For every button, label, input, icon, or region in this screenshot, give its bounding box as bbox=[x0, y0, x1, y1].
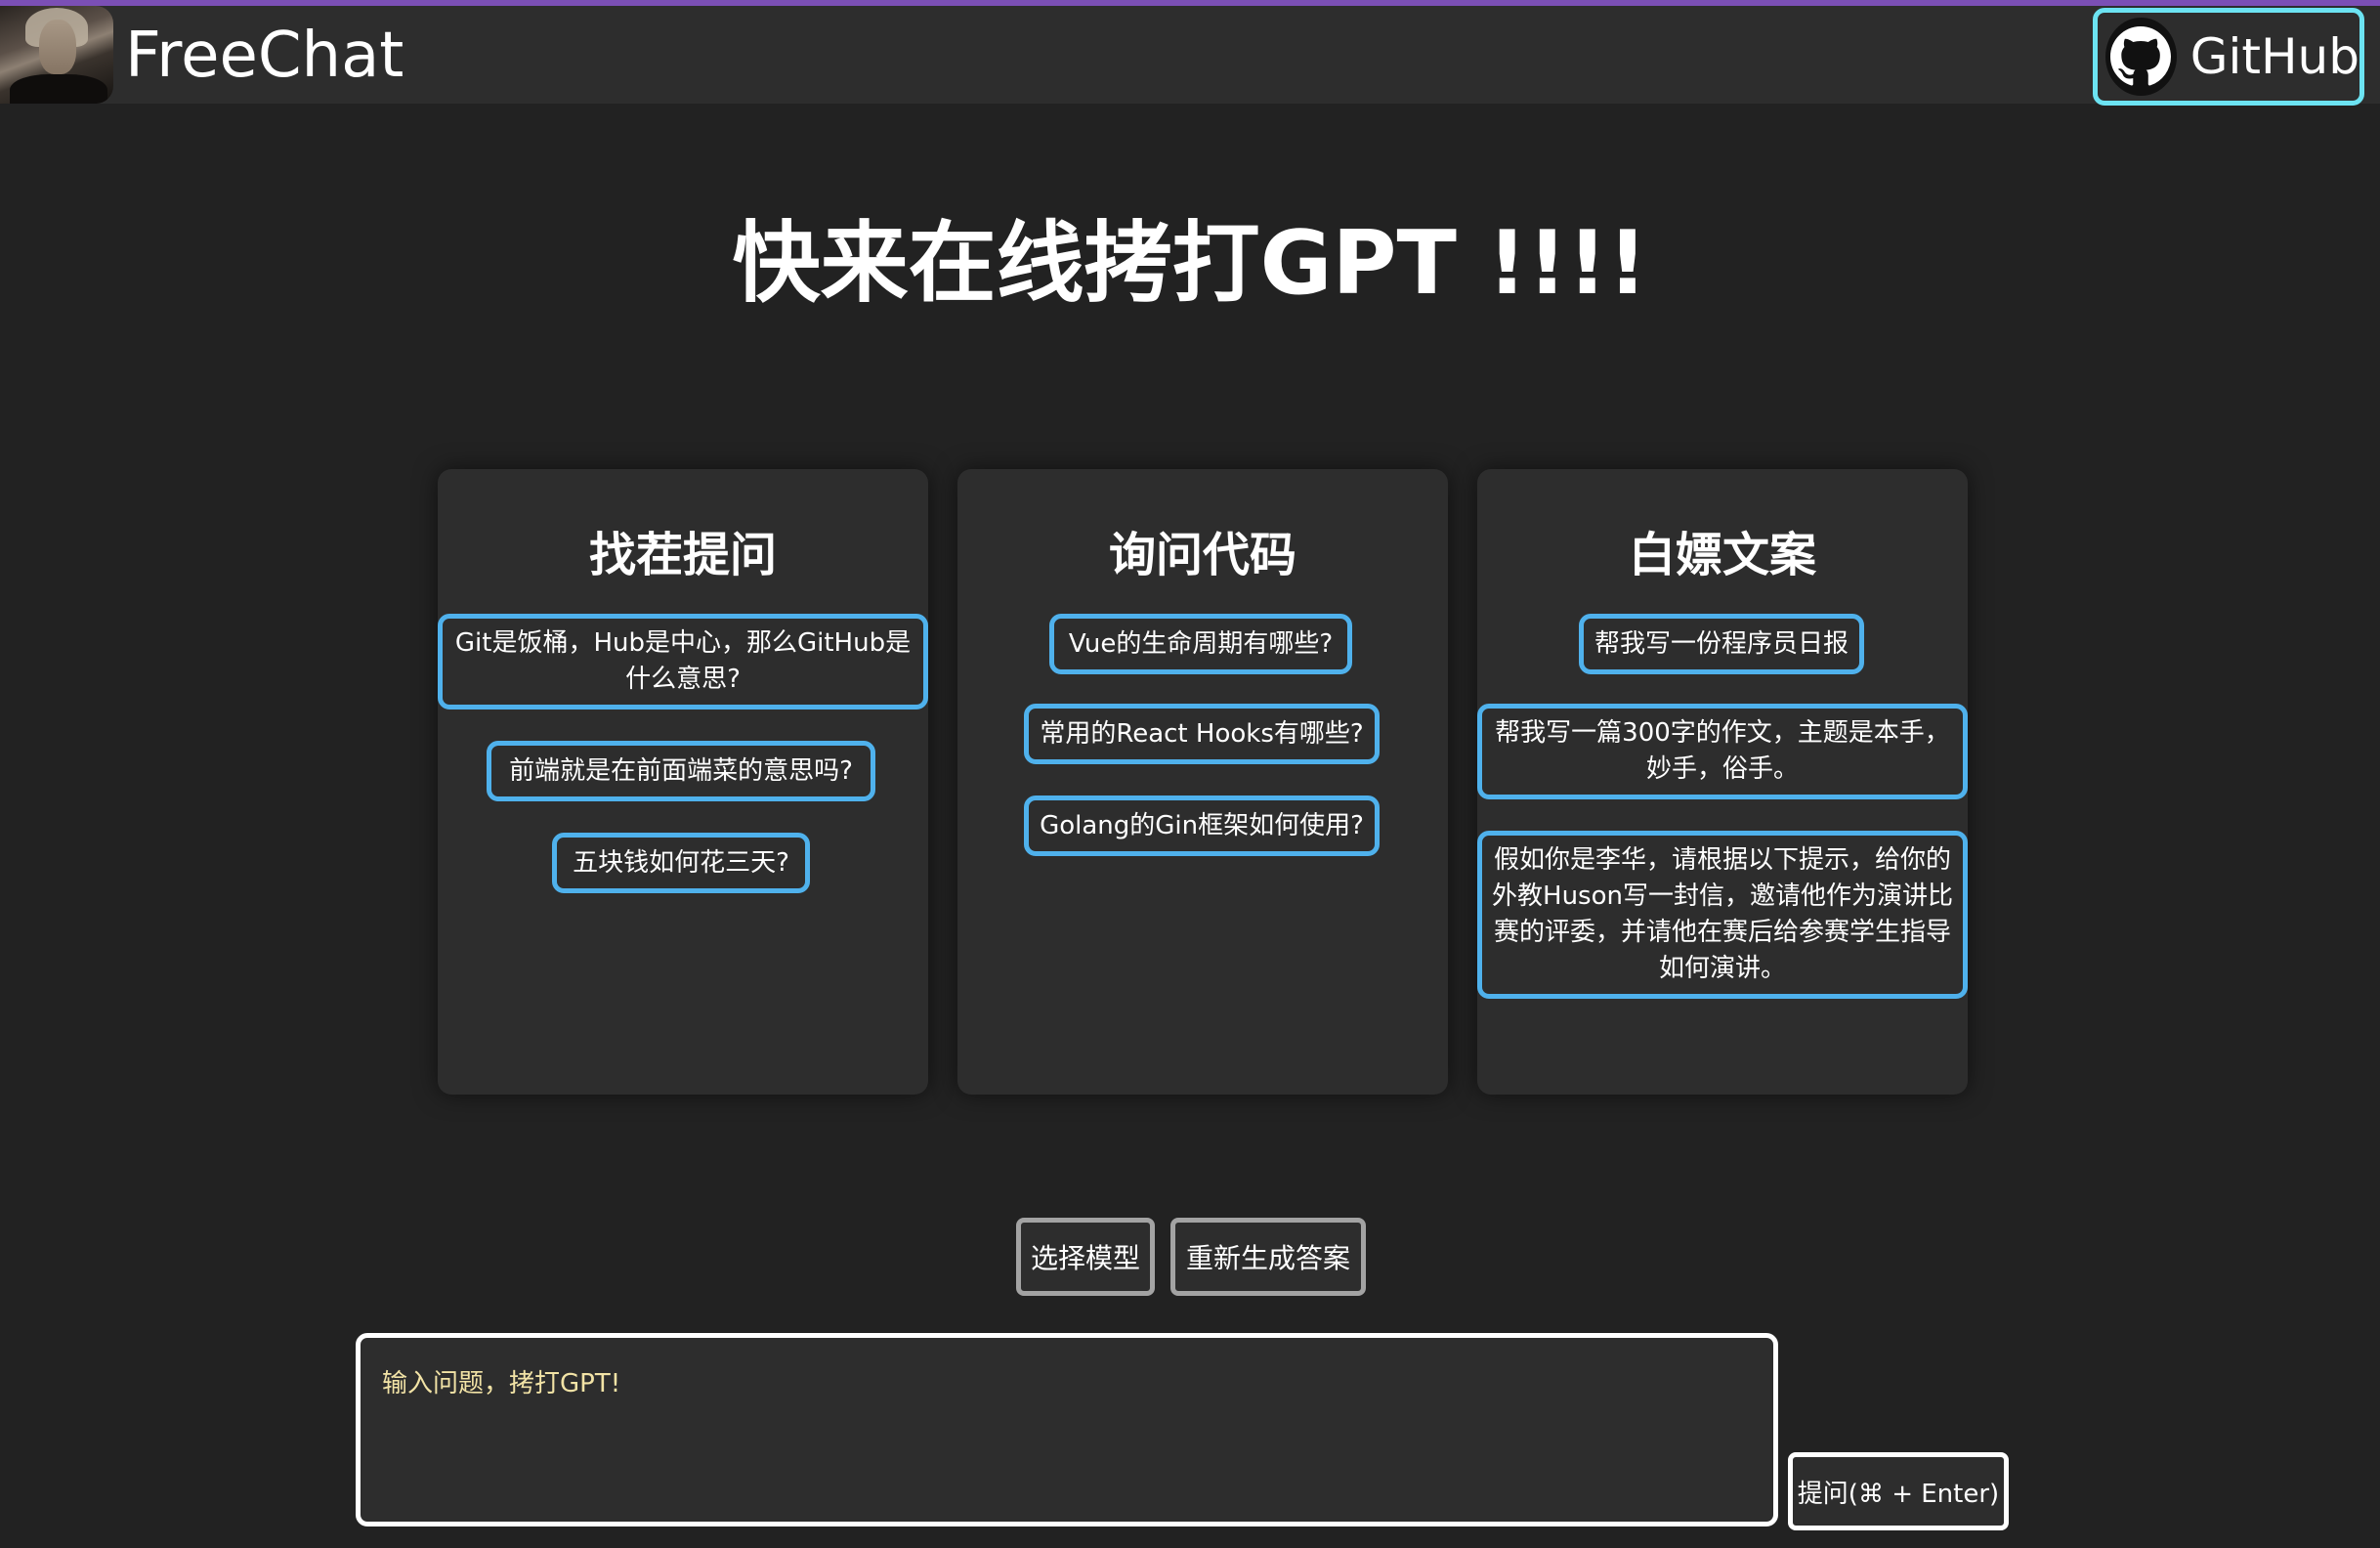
prompt-chip[interactable]: Vue的生命周期有哪些? bbox=[1049, 614, 1352, 674]
prompt-chip[interactable]: 五块钱如何花三天? bbox=[552, 833, 810, 893]
prompt-chip[interactable]: Golang的Gin框架如何使用? bbox=[1024, 796, 1380, 856]
prompt-chip[interactable]: 帮我写一篇300字的作文，主题是本手，妙手，俗手。 bbox=[1477, 704, 1968, 799]
card-free-copy: 白嫖文案 帮我写一份程序员日报 帮我写一篇300字的作文，主题是本手，妙手，俗手… bbox=[1477, 469, 1968, 1095]
card-title: 询问代码 bbox=[1108, 528, 1296, 582]
card-ask-code: 询问代码 Vue的生命周期有哪些? 常用的React Hooks有哪些? Gol… bbox=[957, 469, 1448, 1095]
card-title: 白嫖文案 bbox=[1628, 528, 1816, 582]
header-bar: FreeChat GitHub bbox=[0, 6, 2380, 106]
prompt-chip[interactable]: 假如你是李华，请根据以下提示，给你的外教Huson写一封信，邀请他作为演讲比赛的… bbox=[1477, 831, 1968, 999]
github-icon bbox=[2105, 18, 2177, 96]
prompt-chip[interactable]: 前端就是在前面端菜的意思吗? bbox=[487, 741, 875, 801]
regenerate-button[interactable]: 重新生成答案 bbox=[1170, 1218, 1366, 1296]
select-model-button[interactable]: 选择模型 bbox=[1016, 1218, 1155, 1296]
card-find-fault: 找茬提问 Git是饭桶，Hub是中心，那么GitHub是什么意思? 前端就是在前… bbox=[438, 469, 928, 1095]
hero-title: 快来在线拷打GPT !!!! bbox=[732, 212, 1648, 315]
prompt-chip[interactable]: Git是饭桶，Hub是中心，那么GitHub是什么意思? bbox=[438, 614, 928, 710]
prompt-chip[interactable]: 帮我写一份程序员日报 bbox=[1579, 614, 1864, 674]
brand-title: FreeChat bbox=[125, 20, 404, 92]
question-input-box bbox=[356, 1333, 1778, 1526]
avatar bbox=[0, 6, 113, 104]
prompt-chip[interactable]: 常用的React Hooks有哪些? bbox=[1024, 704, 1380, 764]
card-title: 找茬提问 bbox=[588, 528, 777, 582]
submit-button[interactable]: 提问(⌘ + Enter) bbox=[1788, 1452, 2009, 1530]
question-input[interactable] bbox=[361, 1338, 1773, 1522]
github-label: GitHub bbox=[2189, 28, 2359, 85]
github-button[interactable]: GitHub bbox=[2093, 8, 2364, 106]
